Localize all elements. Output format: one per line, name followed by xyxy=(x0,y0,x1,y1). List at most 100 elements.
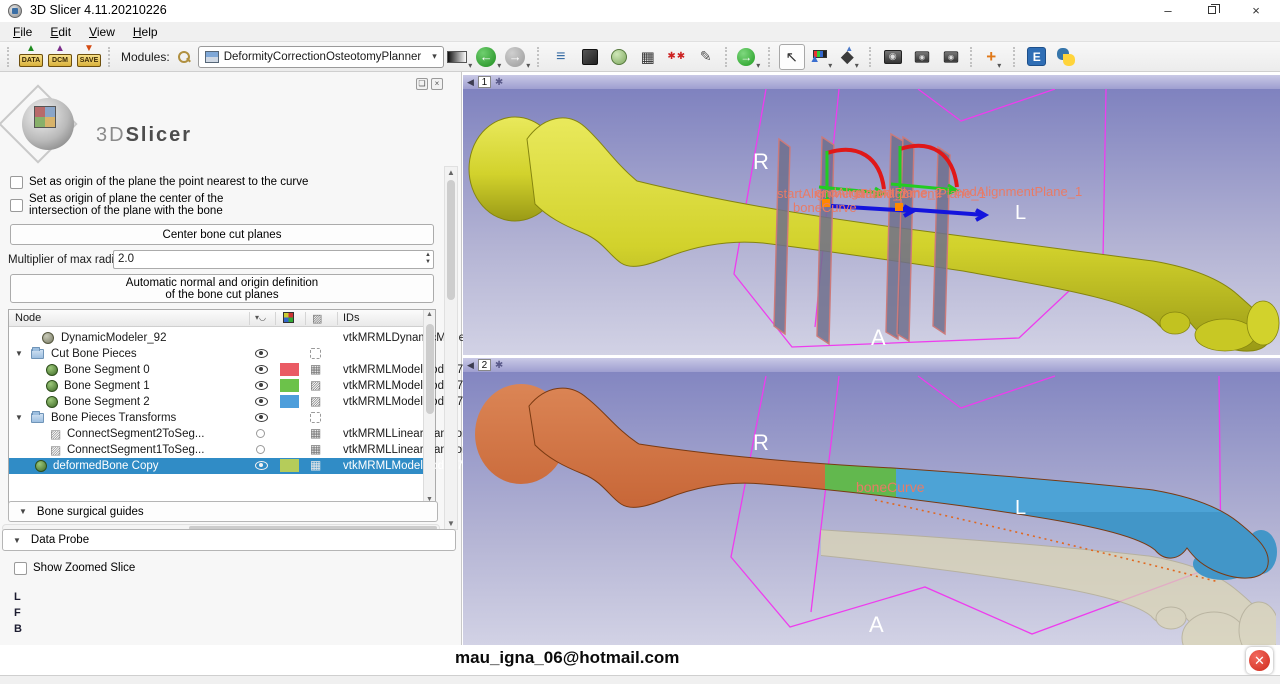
grid-icon[interactable]: ▦ xyxy=(310,443,321,456)
scroll-thumb[interactable] xyxy=(447,180,455,300)
spin-down-icon[interactable]: ▼ xyxy=(425,259,431,266)
python-console-button[interactable] xyxy=(1053,44,1079,70)
close-panel-icon[interactable]: × xyxy=(431,78,443,90)
center-bone-cut-planes-button[interactable]: Center bone cut planes xyxy=(10,224,434,245)
auto-normal-origin-button[interactable]: Automatic normal and origin definition o… xyxy=(10,274,434,303)
pin-icon[interactable]: ◀ xyxy=(467,77,474,87)
volume-rendering-button[interactable] xyxy=(577,44,603,70)
pin-icon[interactable]: ◀ xyxy=(467,360,474,370)
visibility-off-icon[interactable] xyxy=(256,445,265,454)
undock-panel-icon[interactable]: ❏ xyxy=(416,78,428,90)
expander-icon[interactable]: ▼ xyxy=(15,349,23,358)
menu-edit[interactable]: Edit xyxy=(41,23,80,41)
visibility-eye-icon[interactable] xyxy=(255,397,268,406)
scroll-thumb[interactable] xyxy=(426,324,434,414)
node-column-header[interactable]: Node xyxy=(15,312,41,324)
grid-icon[interactable]: ▦ xyxy=(310,363,321,376)
history-forward-button[interactable]: → ▾ xyxy=(505,44,531,70)
tree-row-connect-segment2[interactable]: ▨ ConnectSegment2ToSeg... ▦ vtkMRMLLinea… xyxy=(9,426,424,442)
threed-view-2[interactable]: ◀ 2 ✱ xyxy=(463,358,1280,645)
column-separator xyxy=(337,312,338,325)
color-column-icon[interactable] xyxy=(283,312,294,323)
save-button[interactable]: ▼ SAVE xyxy=(76,44,102,70)
grid-icon[interactable]: ▦ xyxy=(310,427,321,440)
annotations-button[interactable]: ✎ xyxy=(693,44,719,70)
gear-icon[interactable]: ✱ xyxy=(495,77,503,88)
panel-vertical-scrollbar[interactable]: ▲ ▼ xyxy=(444,166,458,530)
extensions-manager-button[interactable]: E xyxy=(1024,44,1050,70)
visibility-eye-icon[interactable] xyxy=(255,381,268,390)
menu-file[interactable]: File xyxy=(4,23,41,41)
scroll-up-icon[interactable]: ▲ xyxy=(445,168,457,177)
bone-surgical-guides-section[interactable]: ▼ Bone surgical guides xyxy=(8,501,438,522)
tree-row-bone-segment-0[interactable]: Bone Segment 0 ▦ vtkMRMLModelNode171 xyxy=(9,362,424,378)
tree-row-connect-segment1[interactable]: ▨ ConnectSegment1ToSeg... ▦ vtkMRMLLinea… xyxy=(9,442,424,458)
show-zoomed-slice-checkbox[interactable] xyxy=(14,562,27,575)
minimize-button[interactable]: – xyxy=(1146,0,1190,22)
view2-canvas[interactable]: boneCurve R L A xyxy=(463,372,1280,645)
grid-icon[interactable]: ▦ xyxy=(310,459,321,472)
segment-editor-button[interactable]: ▦ xyxy=(635,44,661,70)
visibility-column-icon[interactable]: ▾◡ xyxy=(255,313,266,322)
segmentations-button[interactable] xyxy=(606,44,632,70)
visibility-eye-icon[interactable] xyxy=(255,413,268,422)
tilted-grid-icon[interactable]: ▨ xyxy=(310,379,321,392)
visibility-eye-icon[interactable] xyxy=(255,365,268,374)
place-roi-button[interactable]: ◆ ▾ xyxy=(837,44,863,70)
history-back-button[interactable]: ← ▾ xyxy=(476,44,502,70)
chevron-down-icon: ▾ xyxy=(756,61,760,70)
tree-scrollbar[interactable]: ▲ ▼ xyxy=(423,310,435,504)
menu-help[interactable]: Help xyxy=(124,23,167,41)
watermark-close-button[interactable]: ✕ xyxy=(1246,647,1273,674)
color-swatch[interactable] xyxy=(280,379,299,392)
expander-icon[interactable]: ▼ xyxy=(15,413,23,422)
menu-view[interactable]: View xyxy=(80,23,124,41)
nearest-point-checkbox[interactable] xyxy=(10,176,23,189)
gear-icon[interactable]: ✱ xyxy=(495,360,503,371)
color-swatch[interactable] xyxy=(280,395,299,408)
load-data-button[interactable]: ▲ DATA xyxy=(18,44,44,70)
window-shade-button[interactable]: ▾ xyxy=(447,44,473,70)
subject-hierarchy-button[interactable]: ≡ xyxy=(548,44,574,70)
view1-canvas[interactable]: startAlignmentPlane_2 endAlignmentPlane_… xyxy=(463,89,1280,355)
tree-row-dynamicmodeler[interactable]: DynamicModeler_92 vtkMRMLDynamicModelerN… xyxy=(9,330,424,346)
tree-row-bone-pieces-transforms[interactable]: ▼ Bone Pieces Transforms xyxy=(9,410,424,426)
tilted-grid-icon[interactable]: ▨ xyxy=(310,395,321,408)
scene-view-button[interactable]: ◉ xyxy=(909,44,935,70)
transforms-button[interactable]: → ▾ xyxy=(736,44,762,70)
threed-view-1[interactable]: ◀ 1 ✱ xyxy=(463,75,1280,355)
screenshot-button[interactable]: ◉ xyxy=(880,44,906,70)
load-dicom-button[interactable]: ▲ DCM xyxy=(47,44,73,70)
module-selector-dropdown[interactable]: DeformityCorrectionOsteotomyPlanner ▾ xyxy=(198,46,444,68)
spin-up-icon[interactable]: ▲ xyxy=(425,252,431,259)
tree-row-deformedbone-copy-selected[interactable]: deformedBone Copy ▦ vtkMRMLModelNode174 xyxy=(9,458,424,474)
restore-button[interactable] xyxy=(1190,0,1234,22)
visibility-eye-icon[interactable] xyxy=(255,349,268,358)
place-fiducial-button[interactable]: ▲ ▾ xyxy=(808,44,834,70)
ids-column-header[interactable]: IDs xyxy=(343,312,360,324)
markups-button[interactable]: ✱✱ xyxy=(664,44,690,70)
scroll-up-icon[interactable]: ▲ xyxy=(424,311,435,318)
clone-dashed-icon[interactable] xyxy=(310,412,321,423)
module-search-icon[interactable] xyxy=(177,50,191,64)
restore-scene-view-button[interactable]: ◉ xyxy=(938,44,964,70)
interaction-mode-cursor-button[interactable]: ↖ xyxy=(779,44,805,70)
scroll-down-icon[interactable]: ▼ xyxy=(445,519,457,528)
data-probe-section[interactable]: ▼ Data Probe xyxy=(2,529,456,551)
color-swatch[interactable] xyxy=(280,363,299,376)
crosshair-button[interactable]: + ▾ xyxy=(981,44,1007,70)
visibility-eye-icon[interactable] xyxy=(255,461,268,470)
clone-dashed-icon[interactable] xyxy=(310,348,321,359)
visibility-off-icon[interactable] xyxy=(256,429,265,438)
tree-row-bone-segment-2[interactable]: Bone Segment 2 ▨ vtkMRMLModelNode173 xyxy=(9,394,424,410)
mesh-sphere-icon xyxy=(611,49,627,65)
tree-row-cut-bone-pieces[interactable]: ▼ Cut Bone Pieces xyxy=(9,346,424,362)
transform-column-icon[interactable]: ▨ xyxy=(312,312,322,325)
color-swatch[interactable] xyxy=(280,459,299,472)
spinbox-arrows[interactable]: ▲▼ xyxy=(425,252,431,266)
multiplier-spinbox[interactable]: 2.0 ▲▼ xyxy=(113,250,434,269)
control-point[interactable] xyxy=(895,203,903,211)
close-button[interactable]: × xyxy=(1234,0,1278,22)
tree-row-bone-segment-1[interactable]: Bone Segment 1 ▨ vtkMRMLModelNode172 xyxy=(9,378,424,394)
center-intersection-checkbox[interactable] xyxy=(10,199,23,212)
